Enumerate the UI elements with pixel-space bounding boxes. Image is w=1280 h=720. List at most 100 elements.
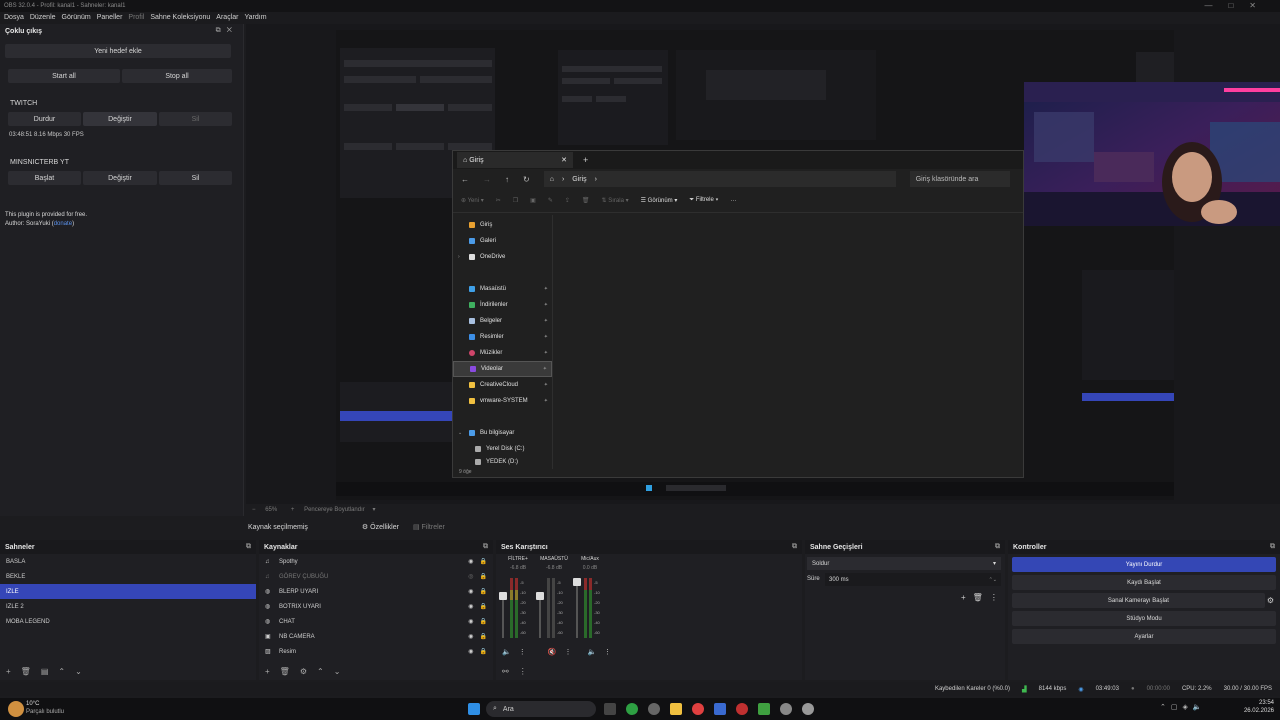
file-explorer-icon[interactable] [670, 703, 682, 715]
dock-menu-icon[interactable]: ⧉ [483, 543, 488, 551]
xbox-icon[interactable] [626, 703, 638, 715]
add-icon[interactable]: + [265, 667, 270, 676]
delete-icon[interactable]: 🗑 [582, 197, 590, 204]
more-icon[interactable]: ··· [730, 198, 736, 204]
chevron-down-icon[interactable]: ▾ [372, 507, 375, 513]
menu-profile[interactable]: Profil [128, 14, 144, 24]
scene-item[interactable]: BASLA [0, 554, 256, 569]
lock-icon[interactable]: 🔒 [480, 573, 487, 580]
add-icon[interactable]: + [961, 593, 966, 602]
eye-icon[interactable]: ◉ [468, 558, 473, 565]
settings-icon[interactable] [802, 703, 814, 715]
back-icon[interactable]: ← [461, 175, 469, 184]
window-controls[interactable]: —□✕ [1204, 1, 1272, 10]
nav-item-home[interactable]: Giriş [453, 217, 552, 233]
source-item[interactable]: ▨ Resim ◉ 🔒 [259, 644, 493, 659]
lock-icon[interactable]: 🔒 [480, 648, 487, 655]
steam-icon[interactable] [714, 703, 726, 715]
arrow-up-icon[interactable]: ⌃ [58, 667, 65, 676]
nav-item-drive-d[interactable]: YEDEK (D:) [453, 457, 552, 467]
search-input[interactable]: Giriş klasöründe ara [909, 171, 1010, 187]
fit-dropdown[interactable]: Pencereye Boyutlandır [304, 507, 365, 513]
gear-icon[interactable]: ⚙ [1267, 596, 1274, 605]
menu-docks[interactable]: Paneller [97, 14, 123, 24]
windows-start-icon[interactable] [468, 703, 480, 715]
filter-button[interactable]: ⏷ Filtrele ▾ [689, 197, 718, 204]
nav-item-desktop[interactable]: Masaüstü ✦ [453, 281, 552, 297]
explorer-tab[interactable]: ⌂ Giriş ✕ [457, 152, 573, 168]
link-icon[interactable]: ⚯ [502, 667, 509, 676]
dock-menu-icon[interactable]: ⧉ [792, 543, 797, 551]
nav-item-gallery[interactable]: Galeri [453, 233, 552, 249]
task-view-icon[interactable] [604, 703, 616, 715]
lock-icon[interactable]: 🔒 [480, 558, 487, 565]
stop-all-button[interactable]: Stop all [122, 69, 232, 83]
nav-item-onedrive[interactable]: › OneDrive [453, 249, 552, 265]
nvidia-icon[interactable] [758, 703, 770, 715]
eye-icon[interactable]: ◉ [468, 633, 473, 640]
tray-icons[interactable]: ⌃▢◈🔈 [1160, 703, 1207, 711]
obs-icon[interactable] [648, 703, 660, 715]
menu-tools[interactable]: Araçlar [216, 14, 238, 24]
paste-icon[interactable]: ▣ [530, 197, 536, 204]
nav-item-downloads[interactable]: İndirilenler ✦ [453, 297, 552, 313]
target-edit-button[interactable]: Değiştir [83, 112, 157, 126]
zoom-in-icon[interactable]: + [291, 507, 295, 513]
nav-item-this-pc[interactable]: ⌄ Bu bilgisayar [453, 425, 552, 441]
trash-icon[interactable]: 🗑 [21, 667, 31, 676]
scene-item[interactable]: IZLE [0, 584, 256, 599]
new-button[interactable]: ⊕ Yeni ▾ [461, 197, 484, 204]
opera-icon[interactable] [736, 703, 748, 715]
source-item[interactable]: ◍ CHAT ◉ 🔒 [259, 614, 493, 629]
nav-item-videos[interactable]: Videolar ✦ [453, 361, 552, 377]
source-item[interactable]: ♫ Spothy ◉ 🔒 [259, 554, 493, 569]
refresh-icon[interactable]: ↻ [523, 175, 530, 184]
nav-item-creativecloud[interactable]: CreativeCloud ✦ [453, 377, 552, 393]
speaker-icon[interactable]: 🔈 [502, 648, 511, 656]
lock-icon[interactable]: 🔒 [480, 618, 487, 625]
target-delete-button[interactable]: Sil [159, 171, 232, 185]
menu-scene-collection[interactable]: Sahne Koleksiyonu [150, 14, 210, 24]
source-item[interactable]: ▣ NB CAMERA ◉ 🔒 [259, 629, 493, 644]
target-stop-button[interactable]: Durdur [8, 112, 81, 126]
up-icon[interactable]: ↑ [505, 175, 509, 184]
zoom-out-icon[interactable]: − [252, 507, 256, 513]
duration-spinbox[interactable]: 300 ms ⌃⌄ [825, 573, 1001, 586]
arrow-down-icon[interactable]: ⌄ [334, 667, 341, 676]
nav-item-vmware[interactable]: vmware-SYSTEM ✦ [453, 393, 552, 409]
rename-icon[interactable]: ✎ [548, 197, 553, 204]
dock-menu-icon[interactable]: ⧉ [246, 543, 251, 551]
start-virtual-camera-button[interactable]: Sanal Kamerayı Başlat [1012, 593, 1265, 608]
nav-item-drive-c[interactable]: Yerel Disk (C:) [453, 441, 552, 457]
close-icon[interactable]: ✕ [561, 156, 567, 164]
dock-menu-icon[interactable]: ⧉ [1270, 543, 1275, 551]
add-icon[interactable]: + [6, 667, 11, 676]
donate-link[interactable]: donate [54, 221, 72, 227]
trash-icon[interactable]: 🗑 [280, 667, 290, 676]
scene-item[interactable]: IZLE 2 [0, 599, 256, 614]
trash-icon[interactable]: 🗑 [973, 593, 983, 602]
target-edit-button[interactable]: Değiştir [83, 171, 157, 185]
nav-item-pictures[interactable]: Resimler ✦ [453, 329, 552, 345]
add-target-button[interactable]: Yeni hedef ekle [5, 44, 231, 58]
transition-select[interactable]: Soldur ▾ [807, 557, 1001, 570]
more-icon[interactable]: ⋮ [990, 593, 998, 602]
menu-view[interactable]: Görünüm [62, 14, 91, 24]
muted-speaker-icon[interactable]: 🔇 [548, 648, 557, 656]
copy-icon[interactable]: ❐ [513, 197, 518, 204]
gear-icon[interactable]: ⚙ [300, 667, 307, 676]
menu-edit[interactable]: Düzenle [30, 14, 56, 24]
source-item[interactable]: ◍ BLERP UYARI ◉ 🔒 [259, 584, 493, 599]
eye-icon[interactable]: ◉ [468, 618, 473, 625]
scene-item[interactable]: BEKLE [0, 569, 256, 584]
arrow-down-icon[interactable]: ⌄ [75, 667, 82, 676]
stop-stream-button[interactable]: Yayını Durdur [1012, 557, 1276, 572]
scene-item[interactable]: MOBA LEGEND [0, 614, 256, 629]
speaker-icon[interactable]: 🔈 [587, 648, 596, 656]
nav-item-music[interactable]: Müzikler ✦ [453, 345, 552, 361]
more-icon[interactable]: ⋮ [519, 667, 527, 676]
file-explorer-window[interactable]: ⌂ Giriş ✕ + ← → ↑ ↻ ⌂ › Giriş › Giriş klas… [452, 150, 1024, 478]
target-delete-button[interactable]: Sil [159, 112, 232, 126]
studio-mode-button[interactable]: Stüdyo Modu [1012, 611, 1276, 626]
lock-icon[interactable]: 🔒 [480, 588, 487, 595]
